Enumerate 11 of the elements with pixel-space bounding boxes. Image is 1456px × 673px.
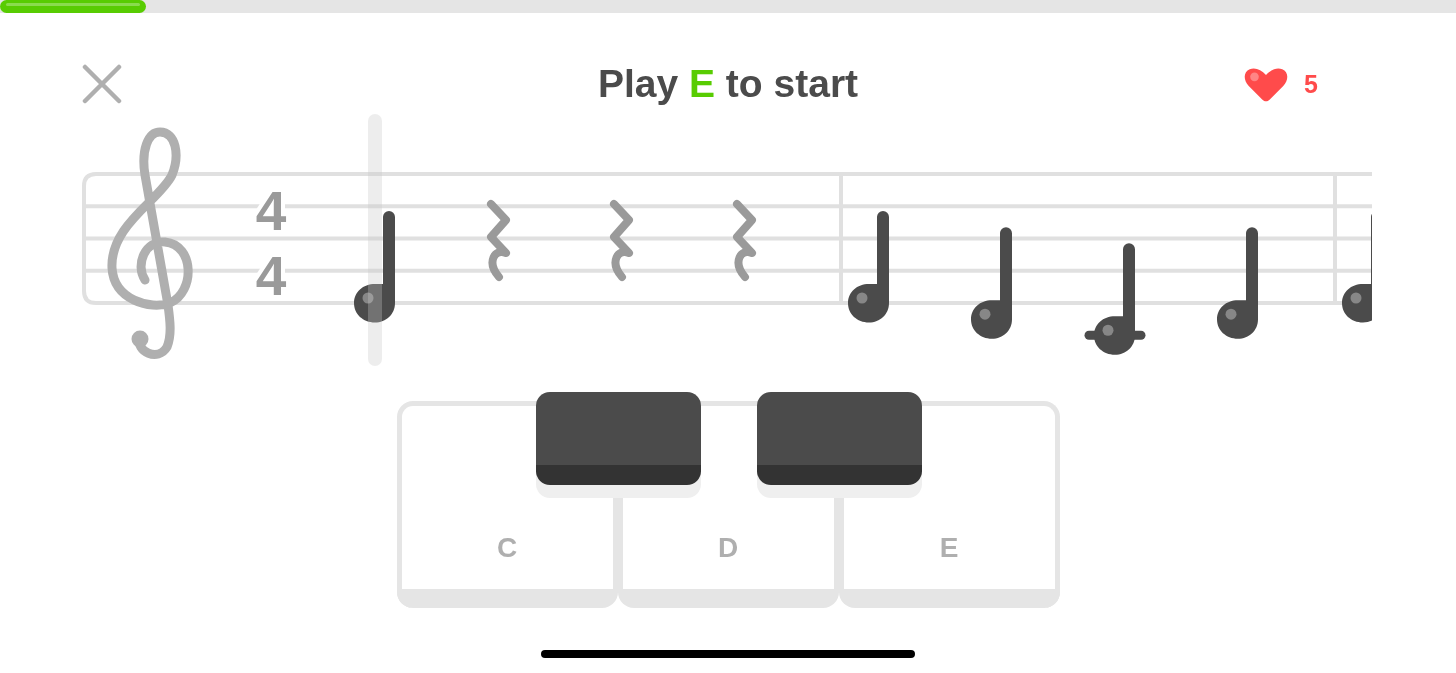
instruction-title: Play E to start	[597, 63, 859, 105]
lives-count: 5	[1304, 70, 1318, 98]
piano-key[interactable]	[756, 392, 922, 498]
close-icon	[82, 64, 122, 104]
time-signature-denominator: 4	[255, 245, 287, 307]
piano-key[interactable]: C	[396, 498, 618, 608]
time-signature-numerator: 4	[255, 180, 287, 242]
heart-icon	[1243, 66, 1290, 102]
piano-key[interactable]	[535, 392, 701, 498]
piano-key[interactable]: E	[838, 498, 1060, 608]
piano-key[interactable]: D	[617, 498, 839, 608]
